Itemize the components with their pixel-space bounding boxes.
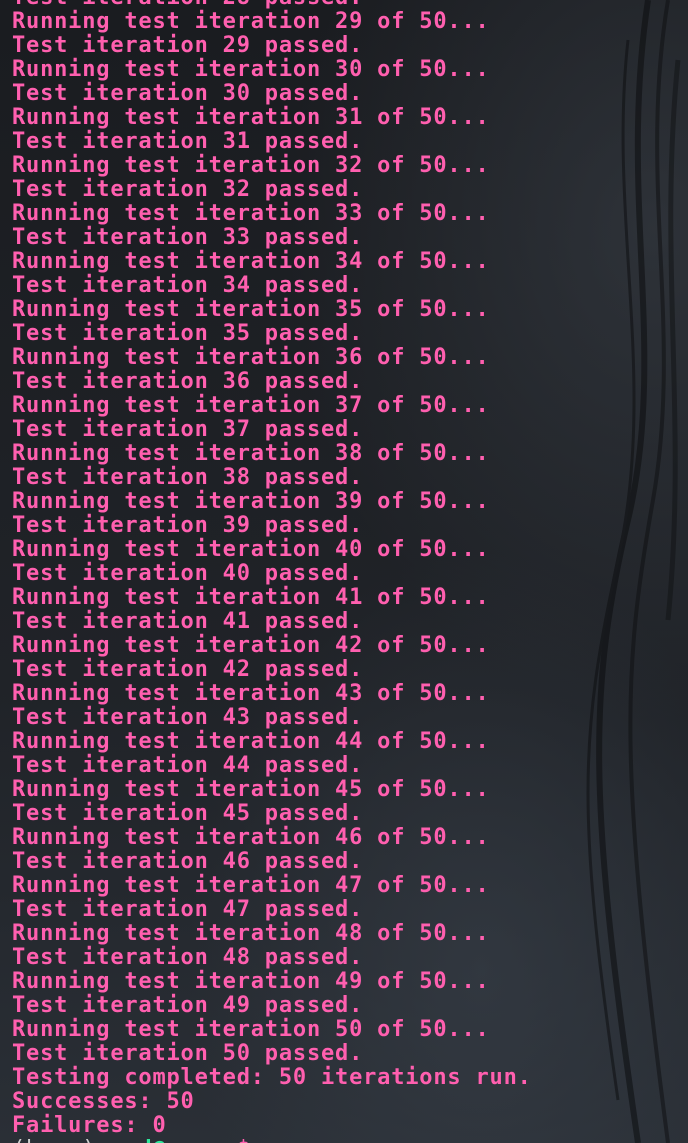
terminal-line: Test iteration 46 passed. (12, 849, 364, 874)
terminal-line: Test iteration 47 passed. (12, 897, 364, 922)
terminal-line: Running test iteration 38 of 50... (12, 441, 490, 466)
prompt-at-sign: @ (152, 1137, 166, 1143)
terminal-line: Running test iteration 39 of 50... (12, 489, 490, 514)
terminal-line: Test iteration 29 passed. (12, 33, 364, 58)
terminal-line: Test iteration 44 passed. (12, 753, 364, 778)
terminal-line: Test iteration 32 passed. (12, 177, 364, 202)
terminal-line: Running test iteration 34 of 50... (12, 249, 490, 274)
prompt-separator: : (209, 1137, 223, 1143)
terminal-line: Test iteration 30 passed. (12, 81, 364, 106)
terminal-line: Running test iteration 42 of 50... (12, 633, 490, 658)
terminal-line: Test iteration 43 passed. (12, 705, 364, 730)
terminal-line: Test iteration 33 passed. (12, 225, 364, 250)
terminal-line: Test iteration 45 passed. (12, 801, 364, 826)
terminal-line: Running test iteration 50 of 50... (12, 1017, 490, 1042)
terminal-line: Running test iteration 49 of 50... (12, 969, 490, 994)
terminal-line: Test iteration 40 passed. (12, 561, 364, 586)
terminal-line: Running test iteration 48 of 50... (12, 921, 490, 946)
terminal-line: Test iteration 39 passed. (12, 513, 364, 538)
terminal-line: Successes: 50 (12, 1089, 195, 1114)
terminal-line: Test iteration 48 passed. (12, 945, 364, 970)
terminal-line: Running test iteration 40 of 50... (12, 537, 490, 562)
terminal-line: Testing completed: 50 iterations run. (12, 1065, 532, 1090)
terminal-line: Test iteration 36 passed. (12, 369, 364, 394)
terminal-line: Running test iteration 46 of 50... (12, 825, 490, 850)
prompt-username: rud (110, 1137, 152, 1143)
terminal-line: Running test iteration 45 of 50... (12, 777, 490, 802)
prompt-path: ~ (223, 1137, 237, 1143)
terminal-line: Failures: 0 (12, 1113, 167, 1138)
terminal-line: Running test iteration 32 of 50... (12, 153, 490, 178)
terminal-line: Running test iteration 44 of 50... (12, 729, 490, 754)
terminal-line: Running test iteration 33 of 50... (12, 201, 490, 226)
terminal-line: Test iteration 37 passed. (12, 417, 364, 442)
terminal-line: Running test iteration 30 of 50... (12, 57, 490, 82)
terminal-line: Test iteration 31 passed. (12, 129, 364, 154)
prompt-symbol: $ (237, 1137, 251, 1143)
terminal-line: Test iteration 34 passed. (12, 273, 364, 298)
terminal-output[interactable]: Test iteration 28 passed.Running test it… (12, 0, 532, 1143)
terminal-line: Test iteration 49 passed. (12, 993, 364, 1018)
prompt-conda-env: (base) (12, 1137, 110, 1143)
terminal-line: Running test iteration 31 of 50... (12, 105, 490, 130)
terminal-line: Running test iteration 29 of 50... (12, 9, 490, 34)
shell-prompt[interactable]: (base) rud@...:~$ (12, 1138, 532, 1143)
terminal-line: Running test iteration 36 of 50... (12, 345, 490, 370)
terminal-line: Test iteration 41 passed. (12, 609, 364, 634)
terminal-line: Test iteration 38 passed. (12, 465, 364, 490)
terminal-line: Test iteration 42 passed. (12, 657, 364, 682)
terminal-line: Running test iteration 43 of 50... (12, 681, 490, 706)
terminal-line: Test iteration 35 passed. (12, 321, 364, 346)
prompt-hostname: ... (167, 1137, 209, 1143)
terminal-line: Running test iteration 47 of 50... (12, 873, 490, 898)
terminal-line: Running test iteration 41 of 50... (12, 585, 490, 610)
terminal-line: Running test iteration 35 of 50... (12, 297, 490, 322)
terminal-line: Test iteration 50 passed. (12, 1041, 364, 1066)
terminal-line: Running test iteration 37 of 50... (12, 393, 490, 418)
